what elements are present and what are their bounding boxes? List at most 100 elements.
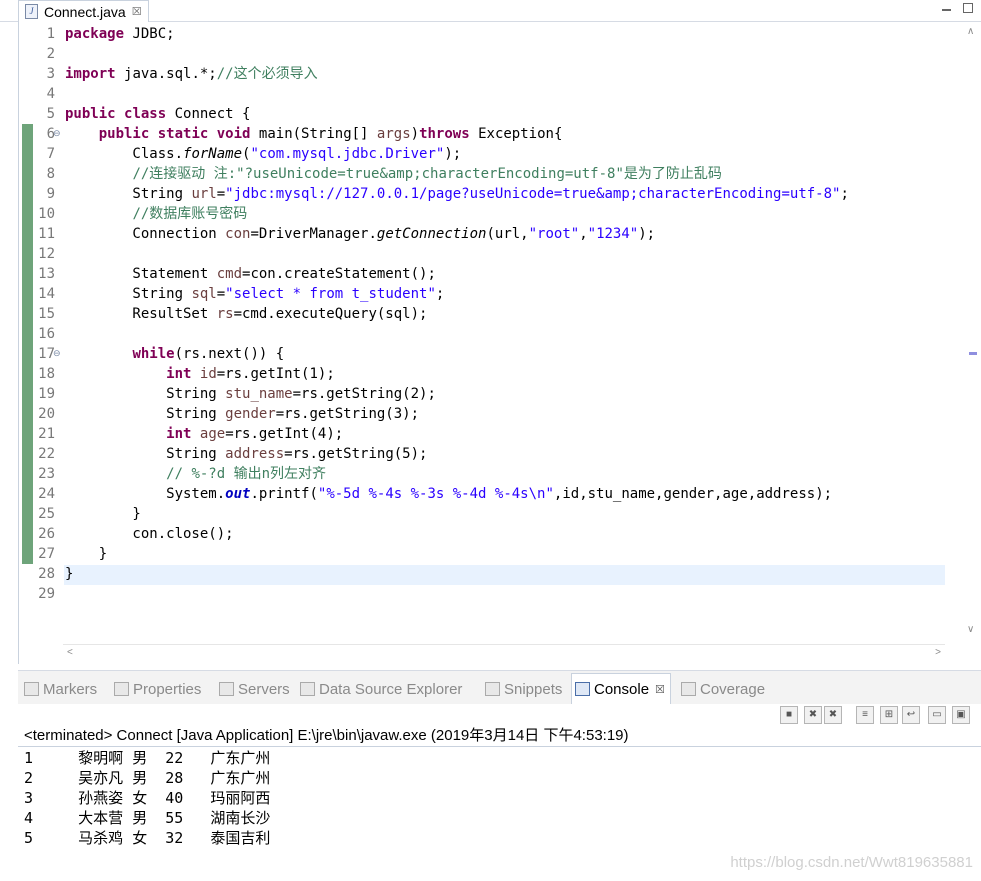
code-line[interactable]: Statement cmd=con.createStatement();: [65, 264, 436, 284]
code-line[interactable]: con.close();: [65, 524, 233, 544]
fold-toggle-icon[interactable]: ⊖: [53, 348, 61, 359]
panel-tab-label: Coverage: [700, 680, 766, 698]
code-line[interactable]: }: [65, 544, 107, 564]
code-token: =rs.getString(2);: [292, 386, 436, 402]
line-number: 2: [46, 46, 55, 62]
scroll-left-icon[interactable]: <: [67, 647, 73, 658]
console-row: 3 孙燕姿 女 40 玛丽阿西: [24, 789, 271, 807]
code-editor[interactable]: 1 2 3 4 5 6 7 8 9 10 11 12 13 14 15 16 17 18 19 20 21 22 23 24 2…: [18, 22, 981, 664]
line-number: 20: [38, 406, 55, 422]
code-line[interactable]: //数据库账号密码: [65, 204, 247, 224]
line-number: 23: [38, 466, 55, 482]
code-line[interactable]: //连接驱动 注:"?useUnicode=true&amp;character…: [65, 164, 721, 184]
code-line[interactable]: String url="jdbc:mysql://127.0.0.1/page?…: [65, 184, 848, 204]
close-tab-icon[interactable]: ☒: [132, 5, 142, 18]
code-line[interactable]: String gender=rs.getString(3);: [65, 404, 419, 424]
console-divider: [18, 746, 981, 747]
code-token: String: [65, 406, 226, 422]
scroll-right-icon[interactable]: >: [935, 647, 941, 658]
code-token: int: [166, 426, 192, 442]
code-token: String: [65, 286, 192, 302]
code-token: address: [225, 446, 285, 462]
code-line[interactable]: public class Connect {: [65, 104, 250, 124]
line-number: 9: [46, 186, 55, 202]
panel-tab-label: Properties: [133, 680, 202, 698]
code-token: void: [216, 126, 259, 142]
code-token: out: [225, 486, 251, 502]
code-token: =: [216, 286, 226, 302]
overview-marker[interactable]: [969, 352, 977, 355]
code-line[interactable]: ResultSet rs=cmd.executeQuery(sql);: [65, 304, 427, 324]
code-token: "1234": [587, 226, 639, 242]
code-token: String: [65, 446, 226, 462]
panel-tab-data-source-explorer[interactable]: Data Source Explorer: [300, 679, 462, 699]
code-token: getConnection: [376, 226, 487, 242]
line-number: 18: [38, 366, 55, 382]
code-token: gender: [225, 406, 276, 422]
fold-toggle-icon[interactable]: ⊖: [53, 128, 61, 139]
line-number: 21: [38, 426, 55, 442]
code-token: rs: [216, 306, 234, 322]
code-token: url: [191, 186, 217, 202]
code-token: .printf(: [250, 486, 318, 502]
scroll-up-icon[interactable]: ∧: [967, 26, 974, 37]
terminate-icon[interactable]: ■: [780, 706, 798, 724]
word-wrap-icon[interactable]: ↩: [902, 706, 920, 724]
code-token: System.: [65, 486, 226, 502]
code-line[interactable]: // %-?d 输出n列左对齐: [65, 464, 326, 484]
panel-tab-console[interactable]: Console ☒: [571, 673, 671, 704]
code-line[interactable]: }: [65, 504, 140, 524]
code-line[interactable]: System.out.printf("%-5d %-4s %-3s %-4d %…: [65, 484, 832, 504]
code-token: stu_name: [225, 386, 293, 402]
scroll-lock-icon[interactable]: ⊞: [880, 706, 898, 724]
clear-console-icon[interactable]: ≡: [856, 706, 874, 724]
code-line[interactable]: import java.sql.*;//这个必须导入: [65, 64, 318, 84]
editor-tab-title: Connect.java: [44, 3, 126, 20]
panel-tab-servers[interactable]: Servers: [219, 679, 290, 699]
panel-tab-markers[interactable]: Markers: [24, 679, 97, 699]
code-token: "jdbc:mysql://127.0.0.1/page?useUnicode=…: [225, 186, 841, 202]
remove-all-icon[interactable]: ✖: [824, 706, 842, 724]
scroll-down-icon[interactable]: ∨: [967, 624, 974, 635]
maximize-icon[interactable]: [962, 2, 973, 13]
code-line[interactable]: String stu_name=rs.getString(2);: [65, 384, 436, 404]
code-token: =cmd.executeQuery(sql);: [233, 306, 428, 322]
code-token: =DriverManager.: [250, 226, 377, 242]
code-line[interactable]: Connection con=DriverManager.getConnecti…: [65, 224, 655, 244]
close-console-icon[interactable]: ☒: [655, 683, 665, 696]
code-line[interactable]: int id=rs.getInt(1);: [65, 364, 335, 384]
code-line[interactable]: String sql="select * from t_student";: [65, 284, 444, 304]
code-line[interactable]: String address=rs.getString(5);: [65, 444, 427, 464]
code-token: Exception{: [478, 126, 563, 142]
data-source-explorer-icon: [300, 682, 315, 696]
panel-tab-coverage[interactable]: Coverage: [681, 679, 765, 699]
code-token: args: [376, 126, 411, 142]
code-token: Class.: [65, 146, 184, 162]
minimize-icon[interactable]: [941, 2, 952, 13]
editor-tab-connect-java[interactable]: J Connect.java ☒: [18, 0, 149, 22]
code-line[interactable]: }: [65, 564, 73, 584]
code-token: String: [65, 386, 226, 402]
panel-tab-properties[interactable]: Properties: [114, 679, 201, 699]
line-number: 27: [38, 546, 55, 562]
code-token: public: [98, 126, 150, 142]
code-token: class: [124, 106, 175, 122]
panel-tab-snippets[interactable]: Snippets: [485, 679, 562, 699]
code-line[interactable]: int age=rs.getInt(4);: [65, 424, 343, 444]
code-line[interactable]: Class.forName("com.mysql.jdbc.Driver");: [65, 144, 461, 164]
line-number: 19: [38, 386, 55, 402]
pin-console-icon[interactable]: ▭: [928, 706, 946, 724]
code-token: Connect {: [174, 106, 251, 122]
code-token: =con.createStatement();: [242, 266, 436, 282]
code-line[interactable]: package JDBC;: [65, 24, 175, 44]
remove-launch-icon[interactable]: ✖: [804, 706, 822, 724]
code-token: sql: [191, 286, 217, 302]
horizontal-scrollbar[interactable]: < >: [63, 644, 945, 663]
line-number: 16: [38, 326, 55, 342]
display-selected-console-icon[interactable]: ▣: [952, 706, 970, 724]
code-line[interactable]: public static void main(String[] args)th…: [65, 124, 563, 144]
code-line[interactable]: while(rs.next()) {: [65, 344, 284, 364]
